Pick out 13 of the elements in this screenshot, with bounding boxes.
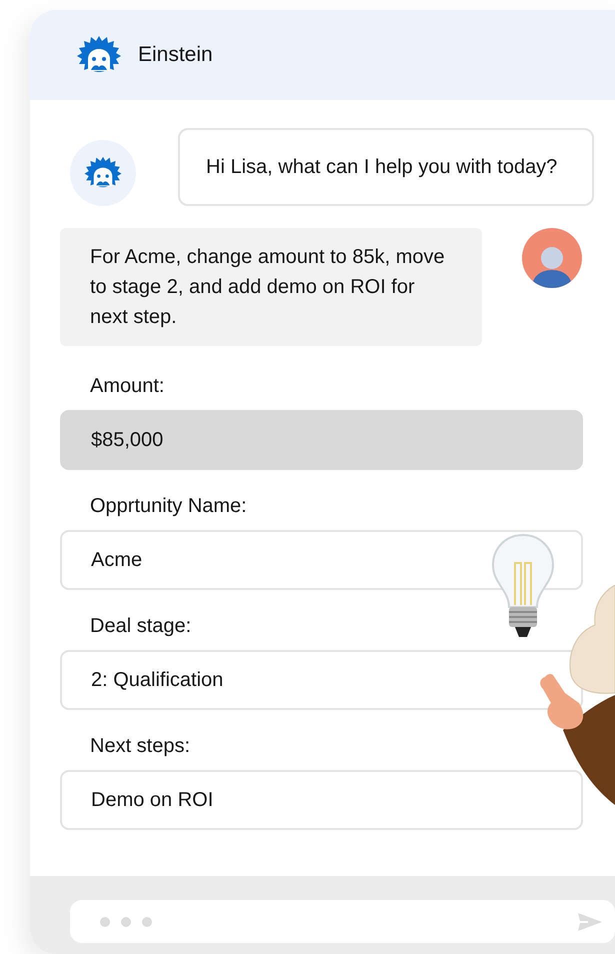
input-field[interactable]: Demo on ROI — [60, 770, 583, 830]
input-field[interactable]: 2: Qualification — [60, 650, 583, 710]
field-label: Amount: — [90, 374, 166, 398]
user-message: For Acme, change amount to 85k, move to stage 2, and add demo on ROI for next step. — [60, 228, 482, 346]
send-icon[interactable] — [577, 912, 603, 932]
field-label: Deal stage: — [90, 614, 192, 638]
message-input[interactable] — [70, 900, 615, 943]
field-label: Opprtunity Name: — [90, 494, 248, 518]
field-label: Next steps: — [90, 734, 192, 758]
input-field[interactable]: $85,000 — [60, 410, 583, 470]
app-title: Einstein — [138, 42, 213, 68]
bot-message: Hi Lisa, what can I help you with today? — [178, 128, 594, 206]
input-field[interactable]: Acme — [60, 530, 583, 590]
